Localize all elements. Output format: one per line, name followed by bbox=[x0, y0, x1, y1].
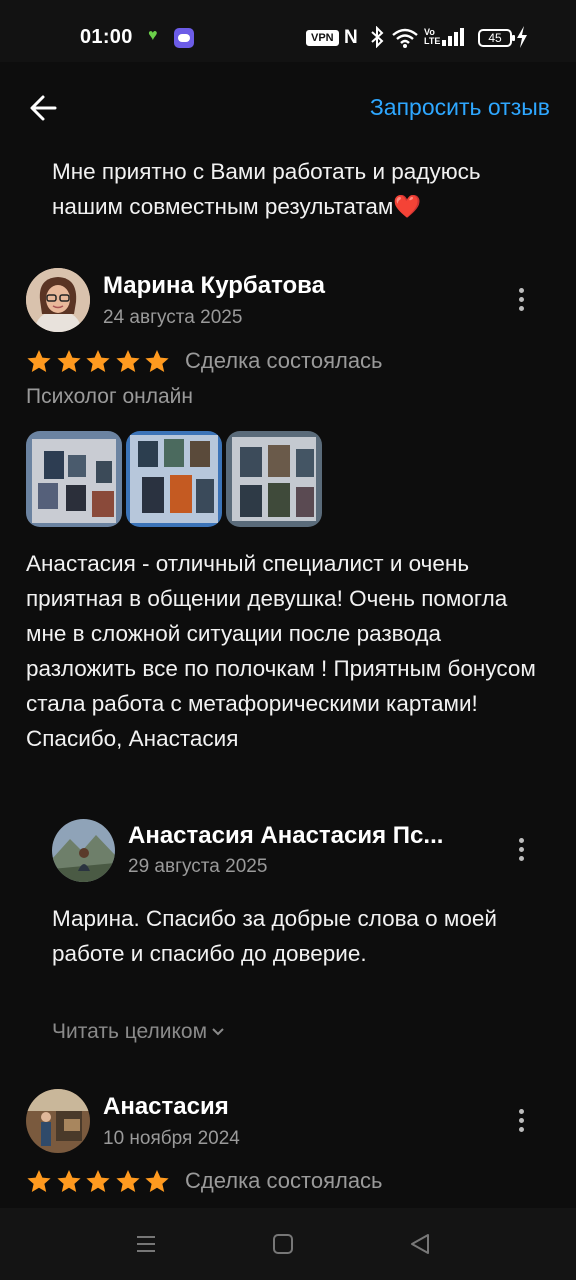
home-square-icon[interactable] bbox=[269, 1230, 297, 1258]
volte-icon: Vo LTE bbox=[424, 27, 441, 46]
star-icon bbox=[115, 349, 141, 375]
more-vertical-icon[interactable] bbox=[507, 280, 535, 320]
star-icon bbox=[26, 1169, 52, 1195]
status-time: 01:00 bbox=[80, 26, 133, 48]
star-icon bbox=[26, 349, 52, 375]
review-photo[interactable] bbox=[126, 431, 222, 527]
heart-icon: ♥ bbox=[148, 27, 158, 44]
star-icon bbox=[144, 349, 170, 375]
star-icon bbox=[56, 349, 82, 375]
review-photo[interactable] bbox=[26, 431, 122, 527]
reply-date: 29 августа 2025 bbox=[128, 856, 268, 877]
review-author-name: Анастасия bbox=[103, 1093, 229, 1120]
reply-author-name: Анастасия Анастасия Пс... bbox=[128, 822, 444, 849]
deal-status: Сделка состоялась bbox=[185, 1168, 383, 1193]
reply-avatar[interactable] bbox=[52, 819, 115, 882]
reply-text: Марина. Спасибо за добрые слова о моей р… bbox=[52, 906, 497, 966]
app-bar: Запросить отзыв bbox=[0, 62, 576, 152]
system-nav-bar bbox=[0, 1208, 576, 1280]
deal-status: Сделка состоялась bbox=[185, 348, 383, 373]
status-bar: 01:00 ♥ VPN N Vo LTE 45 bbox=[0, 0, 576, 62]
vpn-icon: VPN bbox=[306, 30, 339, 46]
review-date: 10 ноября 2024 bbox=[103, 1128, 240, 1149]
review-author-name: Марина Курбатова bbox=[103, 272, 325, 299]
star-icon bbox=[115, 1169, 141, 1195]
arrow-left-icon[interactable] bbox=[24, 88, 64, 128]
read-more-link[interactable]: Читать целиком bbox=[52, 1020, 225, 1044]
chevron-down-icon bbox=[212, 1028, 224, 1036]
avatar[interactable] bbox=[26, 1089, 90, 1153]
review-text: Анастасия - отличный специалист и очень … bbox=[26, 551, 536, 751]
bluetooth-icon bbox=[370, 25, 384, 53]
wifi-icon bbox=[392, 28, 418, 53]
more-vertical-icon[interactable] bbox=[507, 1101, 535, 1141]
menu-icon[interactable] bbox=[132, 1230, 160, 1258]
rating-stars bbox=[26, 1169, 176, 1197]
charging-icon bbox=[516, 26, 528, 53]
review-date: 24 августа 2025 bbox=[103, 307, 243, 328]
request-review-link[interactable]: Запросить отзыв bbox=[370, 94, 550, 121]
star-icon bbox=[85, 349, 111, 375]
signal-icon bbox=[442, 28, 468, 46]
reviews-list: Мне приятно с Вами работать и радуюсь на… bbox=[0, 152, 576, 1208]
rating-stars bbox=[26, 349, 176, 377]
more-vertical-icon[interactable] bbox=[507, 830, 535, 870]
review-photo[interactable] bbox=[226, 431, 322, 527]
read-more-label: Читать целиком bbox=[52, 1020, 208, 1043]
avatar[interactable] bbox=[26, 268, 90, 332]
star-icon bbox=[144, 1169, 170, 1195]
star-icon bbox=[56, 1169, 82, 1195]
nfc-icon: N bbox=[344, 27, 358, 48]
service-name: Психолог онлайн bbox=[26, 385, 194, 408]
battery-icon: 45 bbox=[478, 29, 515, 47]
back-triangle-icon[interactable] bbox=[406, 1230, 434, 1258]
previous-reply-text: Мне приятно с Вами работать и радуюсь на… bbox=[52, 159, 481, 219]
star-icon bbox=[85, 1169, 111, 1195]
app-notification-icon bbox=[174, 28, 194, 48]
